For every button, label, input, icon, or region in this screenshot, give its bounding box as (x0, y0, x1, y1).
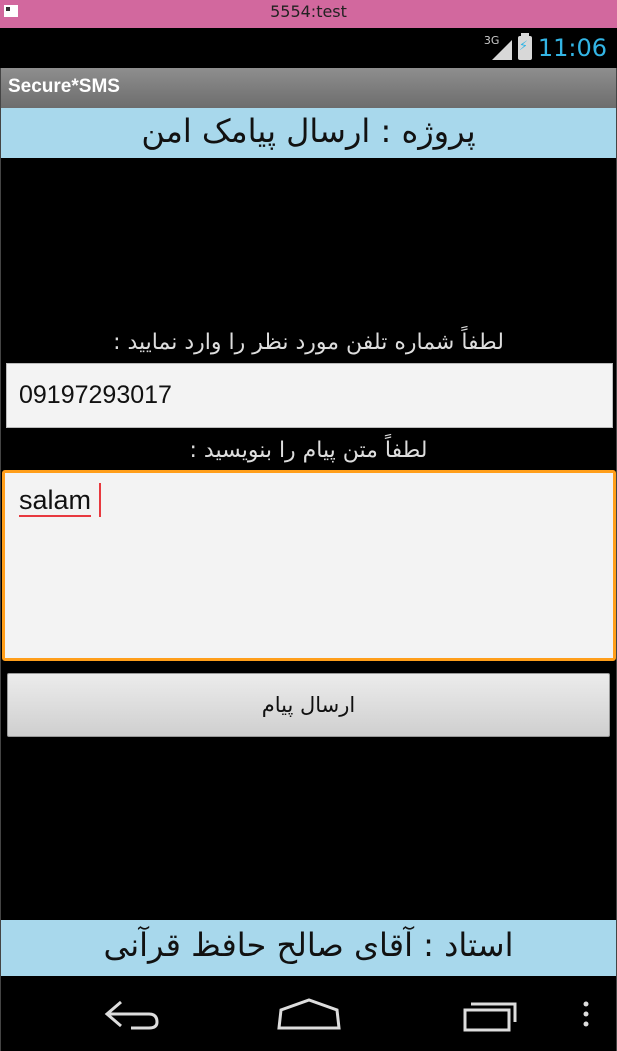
battery-charging-icon (517, 33, 532, 60)
app-title: Secure*SMS (8, 76, 120, 97)
back-icon[interactable] (91, 994, 171, 1034)
window-title: 5554:test (270, 2, 347, 21)
status-clock: 11:06 (537, 34, 607, 62)
window-titlebar: 5554:test (0, 0, 617, 28)
instructor-text: استاد : آقای صالح حافظ قرآنی (103, 926, 514, 964)
project-header: پروژه : ارسال پیامک امن (1, 108, 616, 158)
recents-icon[interactable] (449, 994, 529, 1034)
home-icon[interactable] (269, 994, 349, 1034)
message-text: salam (19, 485, 92, 517)
phone-label: لطفاً شماره تلفن مورد نظر را وارد نمایید… (113, 330, 504, 355)
phone-number-input[interactable] (7, 364, 612, 427)
status-bar: 3G 11:06 (0, 28, 617, 68)
text-caret (99, 483, 101, 517)
instructor-footer: استاد : آقای صالح حافظ قرآنی (1, 920, 616, 976)
menu-icon[interactable] (556, 994, 606, 1034)
signal-icon: 3G (484, 34, 512, 60)
message-textarea[interactable]: salam (2, 470, 616, 661)
navigation-bar (1, 976, 616, 1051)
project-title: پروژه : ارسال پیامک امن (141, 112, 476, 150)
message-label: لطفاً متن پیام را بنویسید : (189, 438, 428, 463)
send-message-button[interactable]: ارسال پیام (7, 673, 610, 737)
action-bar: Secure*SMS (1, 68, 616, 108)
phone-number-field[interactable] (6, 363, 613, 428)
